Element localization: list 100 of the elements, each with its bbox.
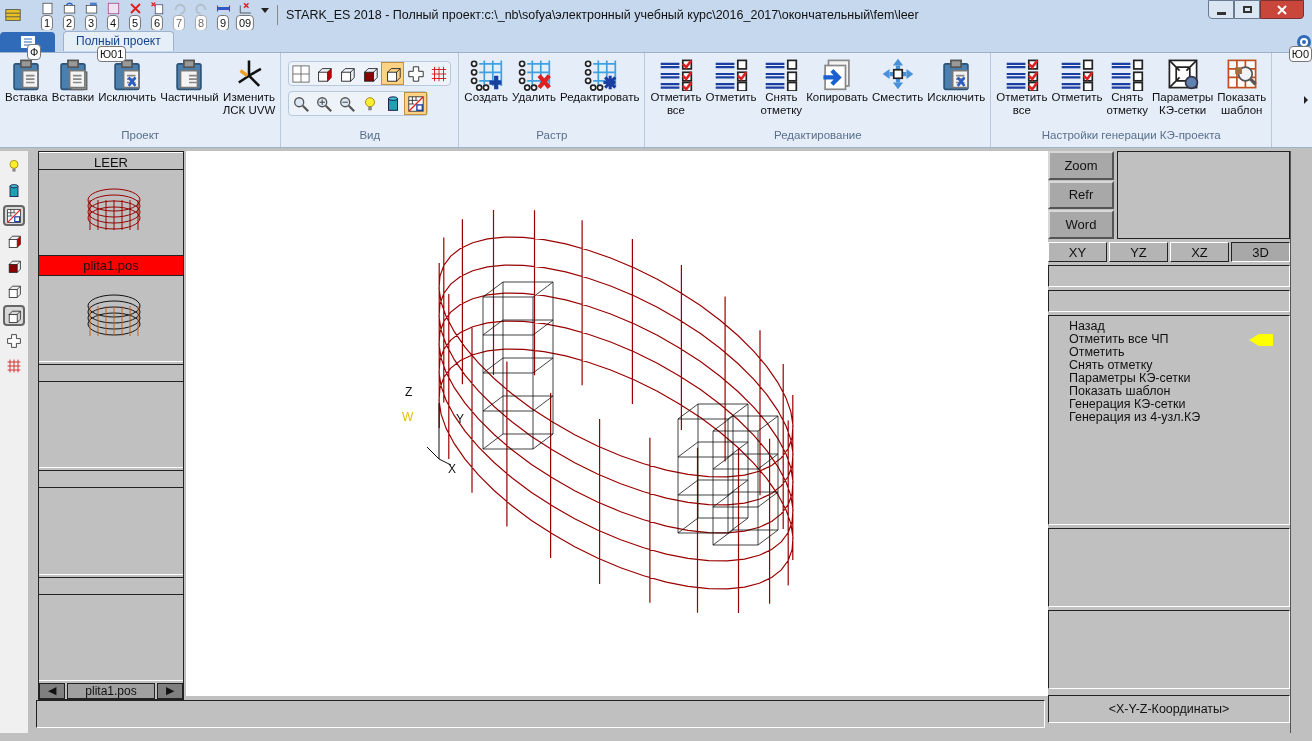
- view-tab[interactable]: YZ: [1109, 242, 1168, 262]
- document-x-icon: [149, 0, 165, 16]
- key-tip-tooltip: 4: [106, 15, 120, 31]
- previous-button[interactable]: ◀: [39, 683, 65, 699]
- panel-button[interactable]: Refr: [1048, 180, 1114, 210]
- cylinder-icon: [6, 182, 22, 199]
- menu-item[interactable]: Назад: [1069, 320, 1273, 333]
- ribbon-group-label: Редактирование: [773, 127, 863, 143]
- grid-icon: [6, 357, 22, 374]
- zoom-in-icon: [314, 94, 333, 113]
- list-header: LEER: [39, 152, 183, 170]
- ribbon-button[interactable]: Копировать: [804, 57, 871, 104]
- ribbon-button[interactable]: Вставки: [49, 57, 97, 104]
- ribbon-button[interactable]: Создать: [462, 57, 511, 104]
- cross-grid-icon: [406, 64, 425, 83]
- key-tip-tooltip: 8: [194, 15, 208, 31]
- menu-item[interactable]: Генерация из 4-узл.КЭ: [1069, 411, 1273, 424]
- document-icon: [39, 0, 55, 16]
- model-canvas[interactable]: Z W Y X: [186, 151, 1048, 696]
- view-tab[interactable]: 3D: [1231, 242, 1290, 262]
- menu-icon: [20, 36, 35, 48]
- pointer-arrow-icon: [1249, 333, 1273, 346]
- ribbon-button[interactable]: Редактировать: [557, 57, 642, 104]
- ribbon-button[interactable]: Отметить все: [648, 57, 704, 117]
- folder-icon: [61, 0, 77, 16]
- next-button[interactable]: ▶: [157, 683, 183, 699]
- menu-item[interactable]: Параметры КЭ-сетки: [1069, 372, 1273, 385]
- zoom-out-icon: [337, 94, 356, 113]
- ribbon-group-label: Растр: [535, 127, 569, 143]
- ribbon-group-label: Проект: [120, 127, 161, 143]
- grid-x-icon: [517, 57, 551, 91]
- key-tip-tooltip: Ю01: [97, 46, 127, 62]
- key-tip-tooltip: 5: [128, 15, 142, 31]
- view-toolbar-button[interactable]: [381, 62, 405, 85]
- scroll-right-icon[interactable]: [1304, 96, 1308, 104]
- ribbon-button[interactable]: Отметить: [703, 57, 759, 104]
- grid-diagonal-icon: [6, 207, 22, 224]
- window-title: STARK_ES 2018 - Полный проект:c:\_nb\sofya\электронный учебный курс\2016_2017\окончательный\fem\leer: [286, 7, 919, 24]
- ribbon-button[interactable]: Отметить: [1049, 57, 1105, 104]
- key-tip-tooltip: 6: [150, 15, 164, 31]
- ribbon-button[interactable]: Снять отметку: [1104, 57, 1150, 117]
- app-logo-icon: [4, 6, 22, 24]
- cross-grid-icon: [6, 332, 22, 349]
- axis-icon: [237, 0, 253, 16]
- list-icon: [83, 0, 99, 16]
- ribbon-button[interactable]: Параметры КЭ-сетки: [1150, 57, 1216, 117]
- view-grid-icon: [291, 64, 310, 83]
- menu-item[interactable]: Отметить все ЧП: [1069, 333, 1273, 346]
- delete-icon: [127, 0, 143, 16]
- maximize-button[interactable]: [1234, 0, 1260, 19]
- ribbon-button[interactable]: Снять отметку: [758, 57, 805, 117]
- close-icon: [1277, 4, 1287, 15]
- frame-icon: [105, 0, 121, 16]
- ribbon-button[interactable]: Исключить: [925, 57, 988, 104]
- side-toolbar-button[interactable]: [3, 205, 25, 226]
- ribbon-button[interactable]: Вставка: [3, 57, 50, 104]
- ribbon-button[interactable]: Удалить: [510, 57, 558, 104]
- ribbon-button[interactable]: Отметить все: [994, 57, 1050, 117]
- axis-label: X: [448, 462, 456, 476]
- grid-star-icon: [582, 57, 617, 91]
- grid-diagonal-icon: [406, 94, 425, 113]
- quick-access-button[interactable]: [148, 0, 166, 16]
- grid-icon: [429, 64, 448, 83]
- ribbon-tab[interactable]: Полный проект: [63, 30, 174, 51]
- move-arrows-icon: [880, 57, 915, 91]
- magnifier-icon: [291, 94, 310, 113]
- position-item[interactable]: plita1.pos: [39, 256, 183, 276]
- checklist-icon: [658, 57, 693, 91]
- menu-item[interactable]: Генерация КЭ-сетки: [1069, 398, 1273, 411]
- key-tip-tooltip: Ю0: [1288, 46, 1312, 62]
- side-toolbar-button[interactable]: [3, 305, 25, 326]
- bulb-icon: [6, 157, 22, 174]
- current-position: plita1.pos: [67, 683, 155, 699]
- checklist-icon: [1004, 57, 1039, 91]
- menu-item[interactable]: Снять отметку: [1069, 359, 1273, 372]
- panel-button[interactable]: Word: [1048, 210, 1114, 239]
- checklist-icon: [714, 57, 749, 91]
- view-tab[interactable]: XY: [1048, 242, 1107, 262]
- ribbon-button[interactable]: Частичный: [158, 57, 221, 104]
- dropdown-caret-icon[interactable]: [261, 8, 269, 13]
- ribbon-button[interactable]: Показать шаблон: [1215, 57, 1269, 117]
- minimize-button[interactable]: [1208, 0, 1234, 19]
- key-tip-tooltip: 7: [172, 15, 186, 31]
- menu-item[interactable]: Показать шаблон: [1069, 385, 1273, 398]
- checklist-icon: [1110, 57, 1145, 91]
- ribbon-group-label: Настройки генерации КЭ-проекта: [1040, 127, 1222, 143]
- ribbon-button[interactable]: Изменить ЛСК UVW: [220, 57, 278, 117]
- view-tab[interactable]: XZ: [1170, 242, 1229, 262]
- key-tip-tooltip: 1: [40, 15, 54, 31]
- key-tip-tooltip: Ф: [27, 44, 42, 60]
- menu-item[interactable]: Отметить: [1069, 346, 1273, 359]
- panel-button[interactable]: Zoom: [1048, 151, 1114, 180]
- close-button[interactable]: [1260, 0, 1304, 19]
- axis-label: W: [402, 410, 414, 424]
- key-tip-tooltip: 09: [235, 15, 255, 31]
- key-tip-tooltip: 2: [62, 15, 76, 31]
- view-toolbar-button[interactable]: [404, 92, 428, 115]
- ribbon-button[interactable]: Сместить: [870, 57, 926, 104]
- key-tip-tooltip: 3: [84, 15, 98, 31]
- axis-label: Y: [456, 412, 464, 426]
